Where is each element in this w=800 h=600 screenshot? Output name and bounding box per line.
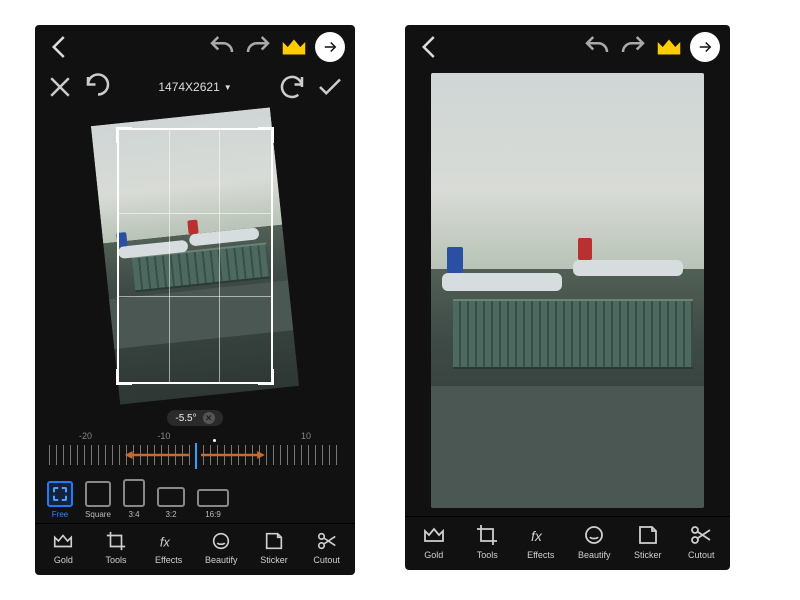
ratio-3-2[interactable]: 3:2 bbox=[157, 487, 185, 519]
nav-effects[interactable]: fx Effects bbox=[515, 523, 567, 560]
ratio-free[interactable]: Free bbox=[47, 481, 73, 519]
nav-label: Cutout bbox=[688, 550, 715, 560]
ratio-label: Square bbox=[85, 510, 111, 519]
nav-beautify[interactable]: Beautify bbox=[568, 523, 620, 560]
nav-effects[interactable]: fx Effects bbox=[143, 530, 195, 565]
nav-tools[interactable]: Tools bbox=[90, 530, 142, 565]
redo-button[interactable] bbox=[618, 32, 648, 62]
ratio-label: Free bbox=[52, 510, 68, 519]
ratio-label: 3:2 bbox=[165, 510, 176, 519]
crop-sub-bar: 1474X2621 ▼ bbox=[35, 69, 355, 105]
crop-icon bbox=[475, 523, 499, 547]
clear-angle-button[interactable]: ✕ bbox=[203, 412, 215, 424]
crown-icon[interactable] bbox=[279, 32, 309, 62]
drag-hint-right-icon bbox=[201, 451, 265, 459]
nav-beautify[interactable]: Beautify bbox=[195, 530, 247, 565]
editor-main-screen: Gold Tools fx Effects Beautify Sticker C… bbox=[405, 25, 730, 570]
nav-sticker[interactable]: Sticker bbox=[622, 523, 674, 560]
nav-label: Cutout bbox=[313, 555, 340, 565]
crown-icon bbox=[52, 530, 74, 552]
top-bar bbox=[405, 25, 730, 69]
ratio-label: 16:9 bbox=[205, 510, 221, 519]
photo-preview bbox=[431, 73, 704, 508]
undo-button[interactable] bbox=[582, 32, 612, 62]
top-bar bbox=[35, 25, 355, 69]
ruler-indicator bbox=[195, 443, 197, 469]
face-icon bbox=[210, 530, 232, 552]
ratio-3-4[interactable]: 3:4 bbox=[123, 479, 145, 519]
svg-text:fx: fx bbox=[531, 528, 543, 544]
next-button[interactable] bbox=[690, 32, 720, 62]
angle-pill[interactable]: -5.5° ✕ bbox=[167, 410, 222, 426]
angle-value: -5.5° bbox=[175, 413, 196, 424]
nav-label: Beautify bbox=[205, 555, 238, 565]
aspect-ratio-row: Free Square 3:4 3:2 16:9 bbox=[35, 475, 355, 523]
nav-gold[interactable]: Gold bbox=[408, 523, 460, 560]
undo-button[interactable] bbox=[207, 32, 237, 62]
confirm-crop-button[interactable] bbox=[315, 72, 345, 102]
back-button[interactable] bbox=[45, 32, 75, 62]
crop-icon bbox=[105, 530, 127, 552]
nav-label: Gold bbox=[424, 550, 443, 560]
redo-button[interactable] bbox=[243, 32, 273, 62]
next-button[interactable] bbox=[315, 32, 345, 62]
ratio-label: 3:4 bbox=[128, 510, 139, 519]
crown-icon bbox=[422, 523, 446, 547]
ruler-label: -20 bbox=[79, 431, 92, 441]
bottom-nav: Gold Tools fx Effects Beautify Sticker C… bbox=[405, 516, 730, 570]
nav-label: Effects bbox=[527, 550, 554, 560]
svg-text:fx: fx bbox=[159, 535, 170, 550]
nav-cutout[interactable]: Cutout bbox=[301, 530, 353, 565]
photo-preview bbox=[91, 107, 299, 404]
nav-label: Sticker bbox=[260, 555, 288, 565]
crown-icon[interactable] bbox=[654, 32, 684, 62]
angle-readout-row: -5.5° ✕ bbox=[35, 407, 355, 429]
rotate-90-button[interactable] bbox=[277, 72, 307, 102]
fx-icon: fx bbox=[529, 523, 553, 547]
nav-gold[interactable]: Gold bbox=[37, 530, 89, 565]
dimensions-value: 1474X2621 bbox=[158, 80, 219, 94]
nav-cutout[interactable]: Cutout bbox=[675, 523, 727, 560]
scissors-icon bbox=[316, 530, 338, 552]
face-icon bbox=[582, 523, 606, 547]
scissors-icon bbox=[689, 523, 713, 547]
sticker-icon bbox=[636, 523, 660, 547]
bottom-nav: Gold Tools fx Effects Beautify Sticker C… bbox=[35, 523, 355, 575]
nav-label: Tools bbox=[477, 550, 498, 560]
reset-crop-button[interactable] bbox=[83, 72, 113, 102]
straighten-ruler[interactable]: -20 -10 10 bbox=[49, 431, 341, 471]
cancel-crop-button[interactable] bbox=[45, 72, 75, 102]
editor-crop-screen: 1474X2621 ▼ -5. bbox=[35, 25, 355, 575]
crop-canvas[interactable] bbox=[35, 105, 355, 407]
ratio-square[interactable]: Square bbox=[85, 481, 111, 519]
nav-label: Effects bbox=[155, 555, 182, 565]
ruler-label: -10 bbox=[157, 431, 170, 441]
nav-label: Gold bbox=[54, 555, 73, 565]
chevron-down-icon: ▼ bbox=[224, 83, 232, 92]
nav-label: Beautify bbox=[578, 550, 611, 560]
nav-label: Sticker bbox=[634, 550, 662, 560]
ratio-16-9[interactable]: 16:9 bbox=[197, 489, 229, 519]
sticker-icon bbox=[263, 530, 285, 552]
photo-canvas[interactable] bbox=[431, 73, 704, 508]
drag-hint-left-icon bbox=[125, 451, 189, 459]
back-button[interactable] bbox=[415, 32, 445, 62]
nav-sticker[interactable]: Sticker bbox=[248, 530, 300, 565]
dimensions-dropdown[interactable]: 1474X2621 ▼ bbox=[158, 80, 231, 94]
ruler-label: 10 bbox=[301, 431, 311, 441]
nav-label: Tools bbox=[105, 555, 126, 565]
fx-icon: fx bbox=[158, 530, 180, 552]
nav-tools[interactable]: Tools bbox=[461, 523, 513, 560]
